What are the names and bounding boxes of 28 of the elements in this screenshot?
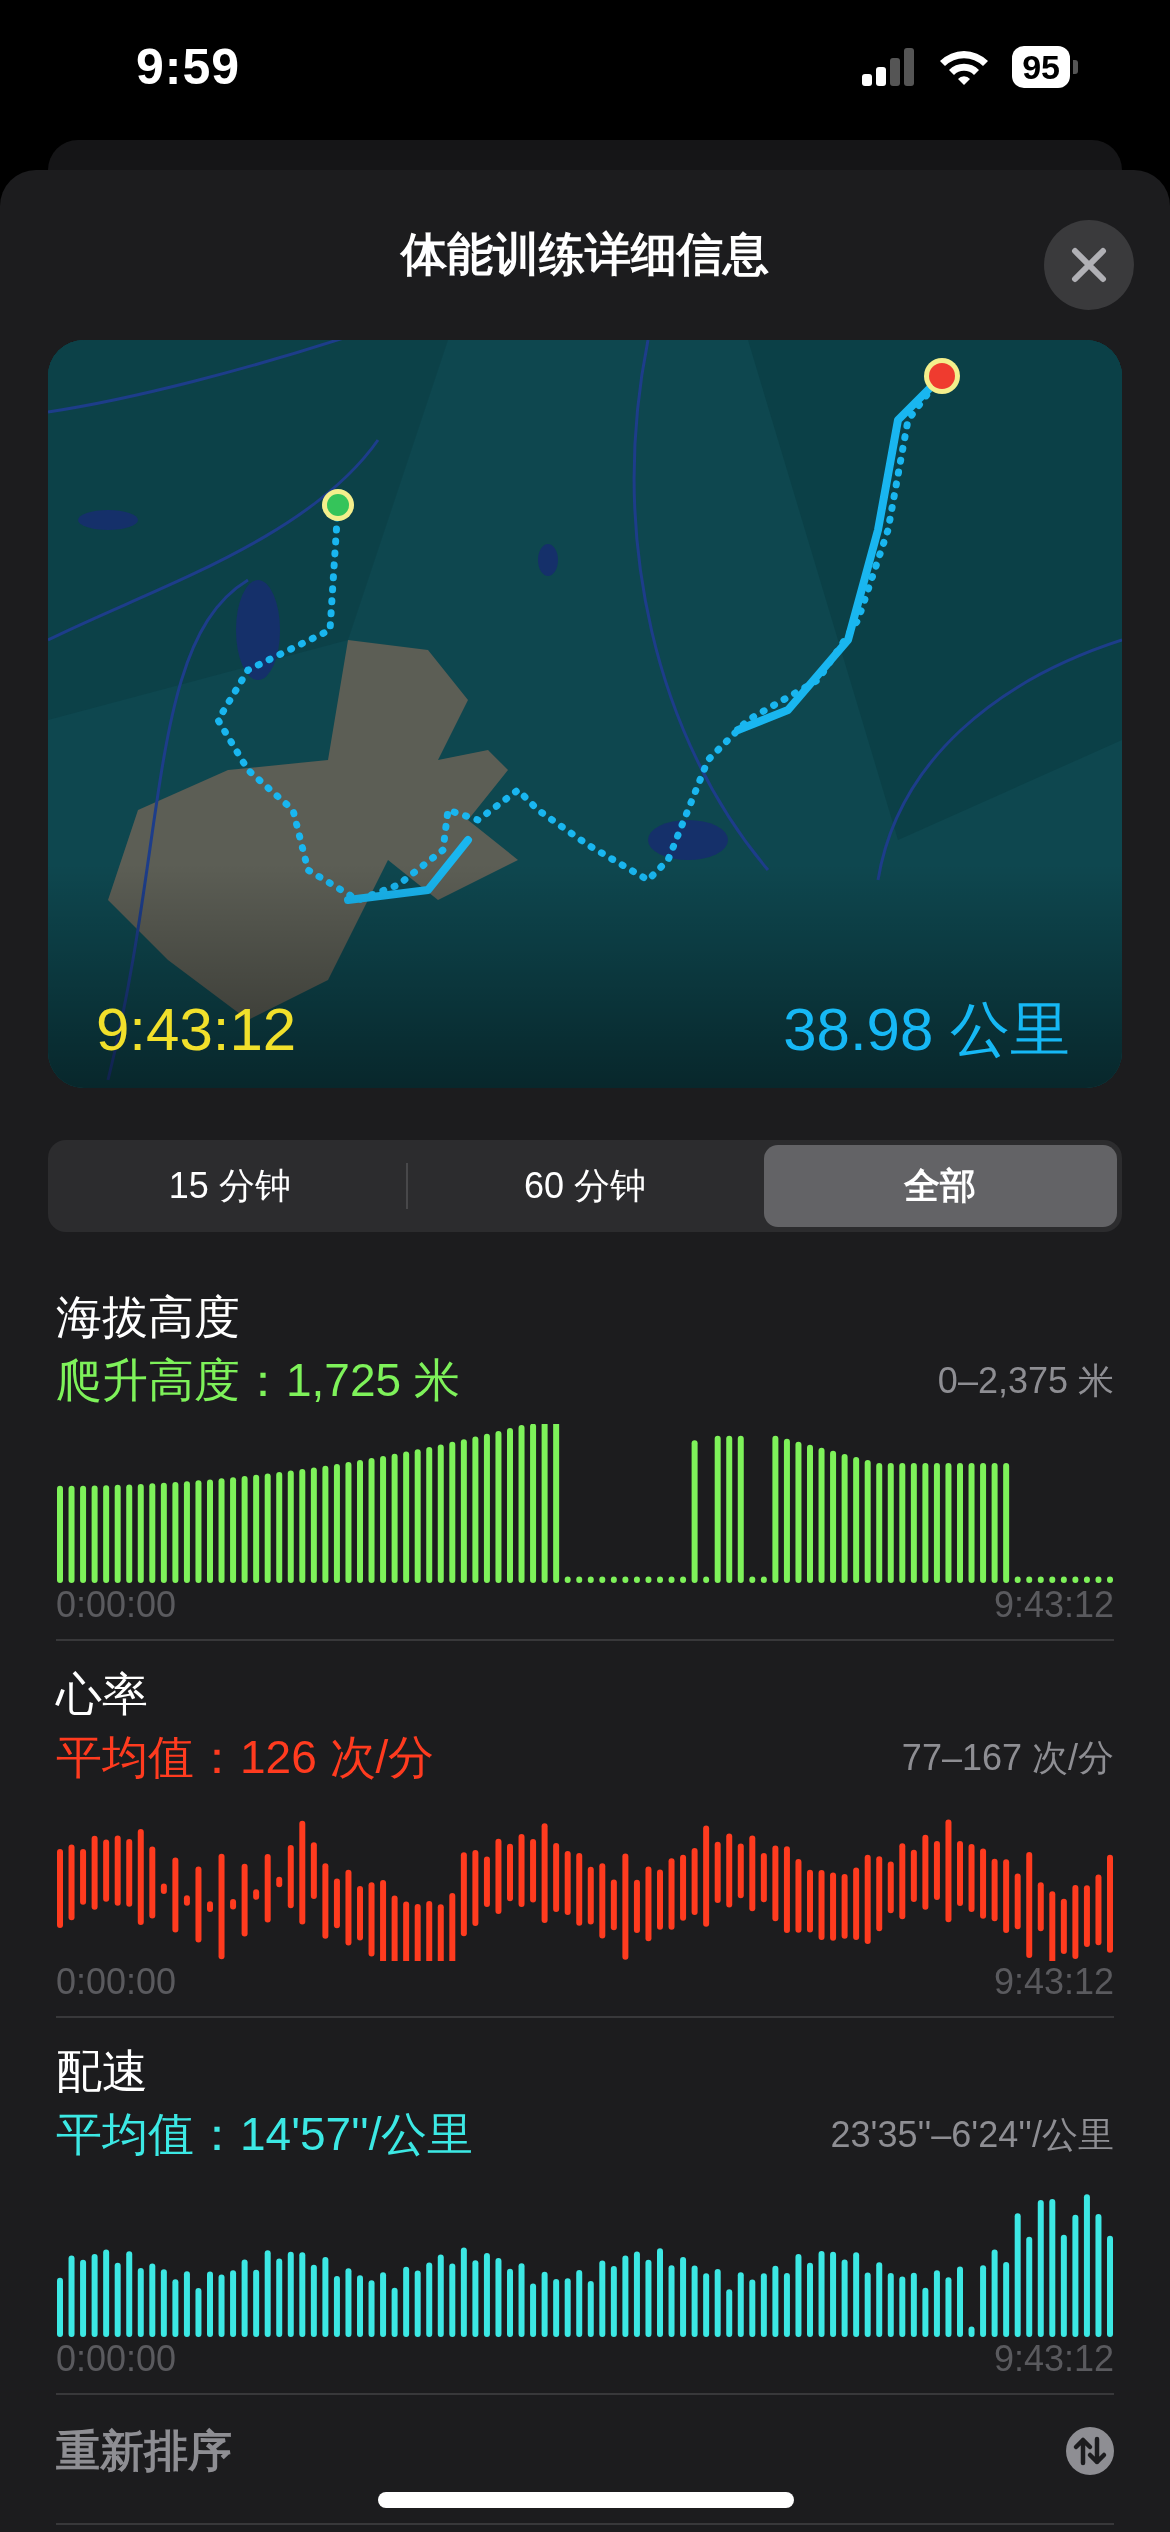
range-tab[interactable]: 60 分钟 bbox=[408, 1145, 762, 1227]
range-tab[interactable]: 全部 bbox=[763, 1145, 1117, 1227]
sheet-title: 体能训练详细信息 bbox=[401, 227, 769, 282]
axis-start-label: 0:00:00 bbox=[56, 2338, 177, 2380]
metric-title: 配速 bbox=[56, 2044, 149, 2099]
metric-title: 海拔高度 bbox=[56, 1290, 241, 1345]
axis-end-label: 9:43:12 bbox=[993, 1961, 1114, 2003]
metric-title: 心率 bbox=[56, 1667, 149, 1722]
metric-summary: 平均值：126 次/分 bbox=[56, 1730, 435, 1785]
axis-start-label: 0:00:00 bbox=[56, 1584, 177, 1626]
wifi-icon bbox=[938, 48, 991, 86]
metric-range: 23'35''–6'24''/公里 bbox=[830, 2112, 1114, 2157]
metric-summary: 爬升高度：1,725 米 bbox=[56, 1353, 460, 1408]
close-icon bbox=[1071, 247, 1107, 283]
axis-end-label: 9:43:12 bbox=[993, 1584, 1114, 1626]
battery-indicator: 95 bbox=[1012, 46, 1078, 88]
duration-text: 9:43:12 bbox=[96, 995, 297, 1065]
metric-range: 77–167 次/分 bbox=[901, 1735, 1114, 1780]
metric-range: 0–2,375 米 bbox=[937, 1358, 1114, 1403]
signal-icon bbox=[862, 48, 917, 86]
metric-summary: 平均值：14'57''/公里 bbox=[56, 2107, 474, 2162]
range-tab[interactable]: 15 分钟 bbox=[53, 1145, 407, 1227]
distance-text: 38.98 公里 bbox=[783, 995, 1070, 1065]
reorder-button[interactable]: 重新排序 bbox=[56, 2421, 232, 2481]
clock-time: 9:59 bbox=[136, 38, 241, 96]
axis-end-label: 9:43:12 bbox=[993, 2338, 1114, 2380]
axis-start-label: 0:00:00 bbox=[56, 1961, 177, 2003]
swap-arrows-icon[interactable] bbox=[1066, 2427, 1114, 2475]
